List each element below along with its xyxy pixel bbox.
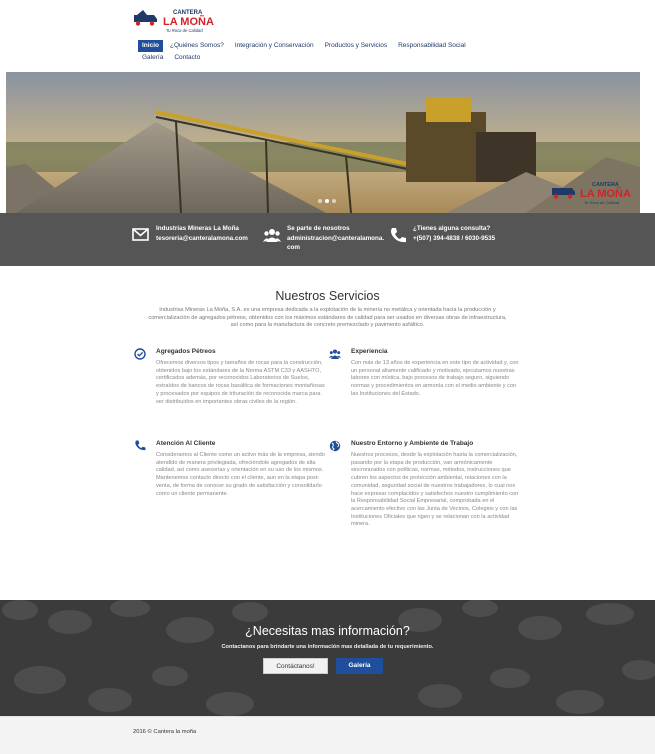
contact-join-block: Se parte de nosotros administracion@cant…	[263, 224, 387, 253]
contact-email-block: Industrias Mineras La Moña tesoreria@can…	[132, 224, 256, 244]
cta-section: ¿Necesitas mas información? Contactanos …	[0, 600, 655, 716]
contact-join-title: Se parte de nosotros	[287, 225, 350, 232]
hero-image	[6, 72, 640, 213]
nav-item-inicio[interactable]: Inicio	[138, 40, 163, 52]
slider-dot-2[interactable]	[325, 199, 329, 203]
service-title: Experiencia	[351, 348, 388, 355]
service-text: Ofrecemos diversos tipos y tamaños de ro…	[156, 360, 325, 405]
nav-item-productos[interactable]: Productos y Servicios	[321, 40, 392, 52]
nav-row-1: Inicio ¿Quiénes Somos? Integración y Con…	[138, 40, 538, 52]
hero-slider[interactable]: CANTERA LA MOÑA Tu Roca de Calidad	[6, 72, 640, 213]
contact-phone-title: ¿Tienes alguna consulta?	[413, 225, 491, 232]
service-agregados: Agregados Pétreos Ofrecemos diversos tip…	[134, 348, 326, 406]
site-footer: 2016 © Cantera la moña	[0, 716, 655, 754]
users-icon	[329, 349, 341, 359]
envelope-icon	[132, 228, 149, 241]
check-circle-icon	[134, 348, 146, 360]
logo-tagline-text: Tu Roca de Calidad	[166, 28, 203, 33]
brand-logo[interactable]: CANTERA LA MOÑA Tu Roca de Calidad	[133, 6, 219, 34]
footer-copyright: 2016 © Cantera la moña	[133, 729, 197, 735]
nav-item-contacto[interactable]: Contacto	[170, 52, 204, 64]
contact-us-button[interactable]: Contáctanos!	[263, 658, 328, 674]
phone-icon	[391, 228, 406, 243]
nav-item-responsabilidad[interactable]: Responsabilidad Social	[394, 40, 470, 52]
contact-phone-block: ¿Tienes alguna consulta? +(507) 394-4838…	[391, 224, 523, 244]
services-intro: Industrias Mineras La Moña, S.A. es una …	[148, 307, 507, 329]
logo-name-text: LA MOÑA	[163, 15, 214, 28]
service-text: Consideramos al Cliente como un activo m…	[156, 452, 325, 497]
service-experiencia: Experiencia Con más de 13 años de experi…	[329, 348, 521, 399]
slider-dot-1[interactable]	[318, 199, 322, 203]
hero-logo-tagline: Tu Roca de Calidad	[584, 200, 620, 205]
slider-dot-3[interactable]	[332, 199, 336, 203]
cta-subtitle: Contactanos para brindarte una informaci…	[221, 644, 434, 650]
truck-icon	[134, 10, 157, 26]
phone-icon	[135, 440, 146, 451]
site-header: CANTERA LA MOÑA Tu Roca de Calidad Inici…	[0, 0, 655, 72]
nav-item-integracion[interactable]: Integración y Conservación	[231, 40, 318, 52]
service-title: Nuestro Entorno y Ambiente de Trabajo	[351, 440, 474, 447]
service-text: Nuestros procesos, desde la explotación …	[351, 452, 519, 528]
nav-item-galeria[interactable]: Galería	[138, 52, 167, 64]
hero-watermark-logo: CANTERA LA MOÑA Tu Roca de Calidad	[552, 182, 631, 205]
globe-icon	[329, 440, 341, 452]
truck-icon	[552, 188, 575, 199]
contact-join-value[interactable]: administracion@canteralamona.com	[287, 234, 387, 253]
gallery-button[interactable]: Galería	[336, 658, 383, 674]
service-text: Con más de 13 años de experiencia en est…	[351, 360, 519, 397]
contact-email-title: Industrias Mineras La Moña	[156, 225, 239, 232]
nav-item-quienes-somos[interactable]: ¿Quiénes Somos?	[166, 40, 228, 52]
service-title: Atención Al Cliente	[156, 440, 216, 447]
service-entorno: Nuestro Entorno y Ambiente de Trabajo Nu…	[329, 440, 521, 529]
hero-logo-name: LA MOÑA	[580, 187, 631, 200]
cta-title: ¿Necesitas mas información?	[245, 624, 410, 638]
main-nav: Inicio ¿Quiénes Somos? Integración y Con…	[138, 40, 538, 64]
nav-row-2: Galería Contacto	[138, 52, 538, 64]
contact-band: Industrias Mineras La Moña tesoreria@can…	[0, 213, 655, 266]
service-title: Agregados Pétreos	[156, 348, 216, 355]
users-icon	[263, 229, 281, 242]
service-atencion: Atención Al Cliente Consideramos al Clie…	[135, 440, 326, 498]
services-title: Nuestros Servicios	[275, 289, 380, 303]
contact-email-value[interactable]: tesoreria@canteralamona.com	[156, 234, 256, 244]
contact-phone-value[interactable]: +(507) 394-4838 / 6030-9535	[413, 234, 523, 244]
slider-dots	[318, 199, 336, 203]
